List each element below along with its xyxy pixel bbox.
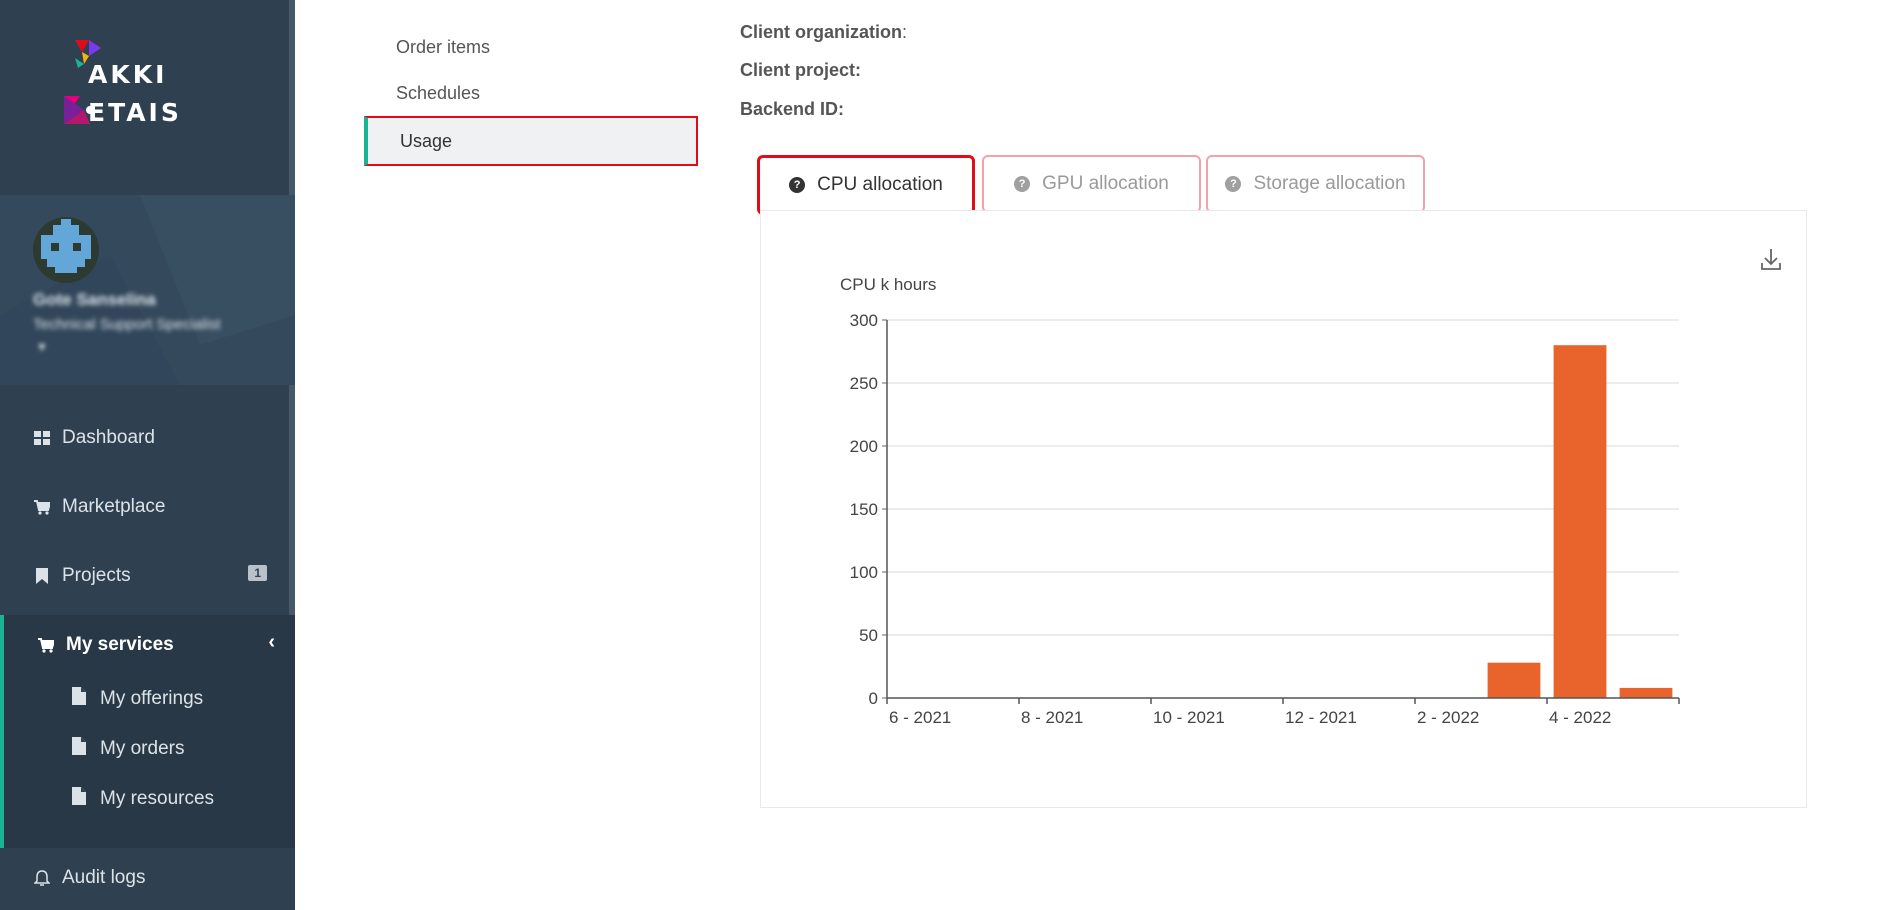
my-services-submenu: My offerings My orders My resources	[0, 675, 295, 850]
tab-order-items[interactable]: Order items	[364, 24, 698, 70]
user-menu-chevron-icon[interactable]: ▼	[36, 340, 48, 354]
chart-x-tick-label: 10 - 2021	[1153, 708, 1225, 727]
tab-cpu-allocation[interactable]: ? CPU allocation	[757, 155, 975, 215]
subnav-my-orders-label: My orders	[100, 738, 185, 759]
subnav-my-orders[interactable]: My orders	[0, 725, 295, 773]
chart-y-tick-label: 250	[850, 374, 878, 393]
chart-x-tick-label: 6 - 2021	[889, 708, 951, 727]
chart-x-tick-label: 4 - 2022	[1549, 708, 1611, 727]
subnav-my-offerings-label: My offerings	[100, 688, 204, 709]
tab-storage-allocation[interactable]: ? Storage allocation	[1206, 155, 1425, 213]
chart-y-tick-label: 100	[850, 563, 878, 582]
chart-bar[interactable]	[1619, 687, 1673, 698]
download-icon[interactable]	[1757, 245, 1785, 275]
chart-y-tick-label: 0	[869, 689, 878, 708]
bell-icon	[32, 869, 52, 887]
nav-projects[interactable]: Projects 1	[0, 546, 295, 606]
file-icon	[72, 737, 86, 761]
backend-id-label: Backend ID:	[740, 99, 845, 119]
details-tab-nav: Order items Schedules Usage	[364, 24, 698, 166]
tab-usage[interactable]: Usage	[364, 116, 698, 166]
sidebar: AKKI ETAIS Gote Sanselina Technical Supp…	[0, 0, 295, 910]
chart-y-tick-label: 200	[850, 437, 878, 456]
subnav-my-offerings[interactable]: My offerings	[0, 675, 295, 723]
avatar[interactable]	[33, 217, 99, 283]
nav-marketplace[interactable]: Marketplace	[0, 477, 295, 537]
subnav-my-resources[interactable]: My resources	[0, 775, 295, 823]
chart-y-axis-label: CPU k hours	[840, 275, 936, 294]
help-icon: ?	[1225, 176, 1242, 192]
client-organization-colon: :	[902, 22, 908, 42]
file-icon	[72, 687, 86, 711]
nav-audit-logs[interactable]: Audit logs	[0, 848, 295, 908]
nav-my-services-label: My services	[66, 634, 174, 655]
projects-count-badge: 1	[248, 565, 267, 581]
nav-my-services[interactable]: My services ‹	[0, 615, 295, 675]
subnav-my-resources-label: My resources	[100, 788, 215, 809]
client-project-label: Client project:	[740, 60, 862, 80]
nav-marketplace-label: Marketplace	[62, 496, 166, 517]
usage-chart-panel: CPU k hours 0 50 100 150 200 250 300 6 - 2021 8…	[760, 210, 1807, 808]
bookmark-icon	[32, 568, 52, 584]
client-organization-label: Client organization	[740, 22, 902, 42]
brand-logo[interactable]: AKKI ETAIS	[60, 38, 190, 133]
help-icon: ?	[1014, 176, 1031, 192]
chart-y-tick-label: 300	[850, 311, 878, 330]
dashboard-icon	[32, 431, 52, 445]
avatar-image	[41, 219, 91, 273]
collapse-chevron-icon[interactable]: ‹	[268, 631, 275, 654]
brand-line-1: AKKI	[88, 60, 168, 89]
chart-bar[interactable]	[1553, 345, 1607, 698]
cart-icon	[32, 499, 52, 515]
chart-y-tick-label: 50	[859, 626, 878, 645]
tab-gpu-allocation-label: GPU allocation	[1042, 173, 1169, 194]
brand-line-2: ETAIS	[88, 98, 182, 127]
tab-gpu-allocation[interactable]: ? GPU allocation	[982, 155, 1201, 213]
file-icon	[72, 787, 86, 811]
user-name[interactable]: Gote Sanselina	[33, 290, 156, 310]
chart-x-tick-label: 2 - 2022	[1417, 708, 1479, 727]
chart-x-tick-label: 12 - 2021	[1285, 708, 1357, 727]
tab-schedules[interactable]: Schedules	[364, 70, 698, 116]
chart-bar[interactable]	[1487, 662, 1541, 698]
tab-storage-allocation-label: Storage allocation	[1253, 173, 1406, 194]
nav-audit-logs-label: Audit logs	[62, 867, 146, 888]
client-organization-field: Client organization:	[740, 22, 907, 43]
nav-dashboard[interactable]: Dashboard	[0, 408, 295, 468]
user-role: Technical Support Specialist	[33, 316, 221, 333]
cart-icon	[36, 637, 56, 653]
nav-projects-label: Projects	[62, 565, 131, 586]
chart-y-tick-label: 150	[850, 500, 878, 519]
help-icon: ?	[789, 177, 806, 193]
nav-dashboard-label: Dashboard	[62, 427, 155, 448]
chart-x-tick-label: 8 - 2021	[1021, 708, 1083, 727]
tab-cpu-allocation-label: CPU allocation	[817, 174, 943, 195]
usage-chart: CPU k hours 0 50 100 150 200 250 300 6 - 2021 8…	[840, 245, 1785, 727]
